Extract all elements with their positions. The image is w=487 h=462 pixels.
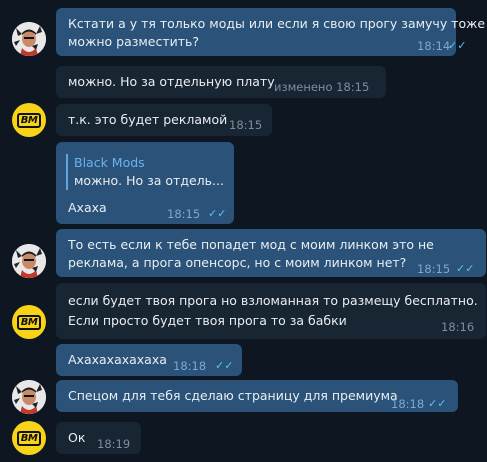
bm-logo: BM — [16, 430, 42, 446]
user-avatar[interactable] — [12, 22, 46, 56]
message-bubble[interactable]: Ахахахахахаха 18:18 ✓✓ — [56, 344, 242, 376]
message-text: Если просто будет твоя прога то за бабки — [68, 313, 347, 328]
message-bubble[interactable]: Ок 18:19 — [56, 422, 141, 454]
blackmods-avatar[interactable]: BM — [12, 305, 46, 339]
message-text: Ок — [68, 430, 86, 445]
message-text: можно. Но за отдельную плату — [68, 74, 275, 89]
message-bubble[interactable]: Black Mods можно. Но за отдель... Ахаха … — [56, 142, 234, 224]
message-bubble[interactable]: т.к. это будет рекламой 18:15 — [56, 104, 272, 136]
reply-quote[interactable]: Black Mods можно. Но за отдель... — [66, 154, 224, 190]
message-bubble[interactable]: можно. Но за отдельную плату изменено 18… — [56, 66, 386, 98]
message-time: 18:19 — [97, 437, 131, 451]
message-time: изменено 18:15 — [274, 80, 370, 94]
user-avatar[interactable] — [12, 380, 46, 414]
bm-logo: BM — [16, 314, 42, 330]
message-time: 18:15 — [167, 207, 201, 221]
message-text: Кстати а у тя только моды или если я сво… — [68, 16, 486, 31]
double-check-icon: ✓✓ — [428, 397, 447, 410]
message-text: можно разместить? — [68, 34, 200, 49]
blackmods-avatar[interactable]: BM — [12, 421, 46, 455]
message-time: 18:15 — [417, 262, 451, 276]
message-time: 18:15 — [229, 118, 263, 132]
blackmods-avatar[interactable]: BM — [12, 103, 46, 137]
message-text: То есть если к тебе попадет мод с моим л… — [68, 237, 434, 252]
message-text: Ахаха — [68, 200, 107, 215]
message-bubble[interactable]: если будет твоя прога но взломанная то р… — [56, 283, 486, 339]
message-bubble[interactable]: Спецом для тебя сделаю страницу для прем… — [56, 380, 458, 412]
bm-logo: BM — [16, 112, 42, 128]
message-text: Спецом для тебя сделаю страницу для прем… — [68, 388, 398, 403]
double-check-icon: ✓✓ — [208, 207, 227, 220]
message-time: 18:18 — [391, 397, 425, 411]
user-avatar[interactable] — [12, 244, 46, 278]
message-bubble[interactable]: То есть если к тебе попадет мод с моим л… — [56, 229, 486, 277]
message-text: Ахахахахахаха — [68, 352, 167, 367]
reply-author: Black Mods — [74, 155, 145, 170]
double-check-icon: ✓✓ — [215, 359, 234, 372]
message-time: 18:16 — [441, 320, 475, 334]
message-text: т.к. это будет рекламой — [68, 112, 228, 127]
message-time: 18:18 — [173, 359, 207, 373]
message-bubble[interactable]: Кстати а у тя только моды или если я сво… — [56, 8, 485, 56]
double-check-icon: ✓✓ — [448, 39, 467, 52]
message-text: если будет твоя прога но взломанная то р… — [68, 293, 478, 308]
double-check-icon: ✓✓ — [456, 262, 475, 275]
reply-text: можно. Но за отдель... — [74, 173, 224, 188]
message-time: 18:14 — [417, 39, 451, 53]
message-text: реклама, а прога опенсорс, но с моим лин… — [68, 255, 407, 270]
